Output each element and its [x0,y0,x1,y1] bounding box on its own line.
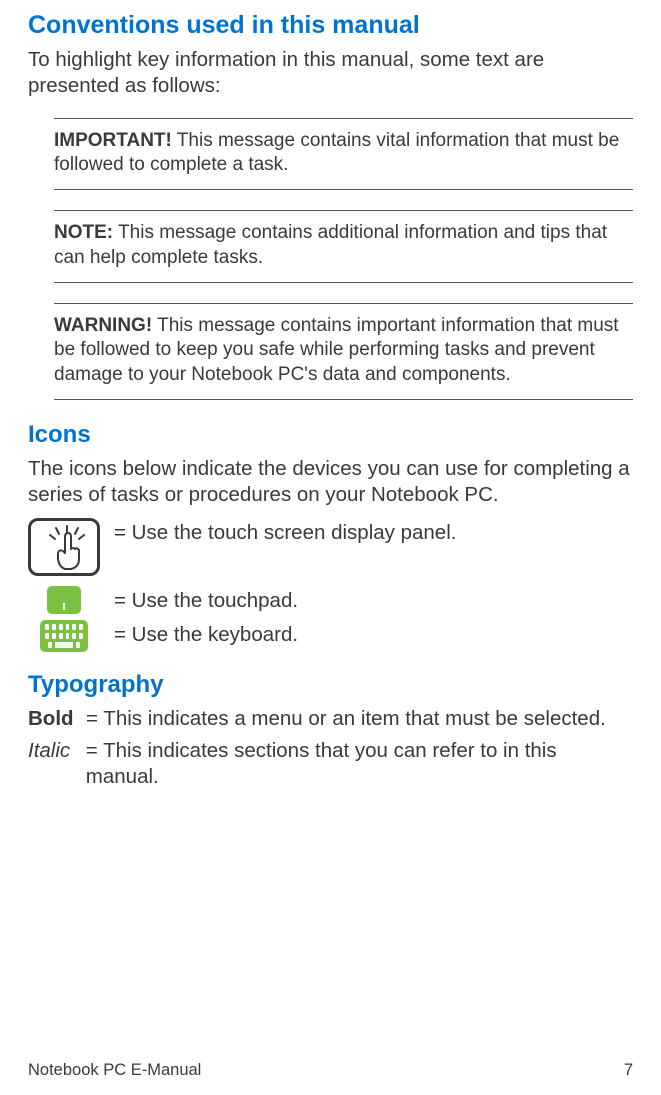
touchpad-icon [47,586,81,614]
touchscreen-hand-icon [55,531,81,571]
heading-conventions: Conventions used in this manual [28,10,633,41]
intro-icons: The icons below indicate the devices you… [28,456,633,508]
typography-row-bold: Bold = This indicates a menu or an item … [28,706,633,732]
keyboard-icon [40,620,88,652]
icon-col [28,586,100,614]
footer-page-number: 7 [624,1060,633,1081]
typography-row-italic: Italic = This indicates sections that yo… [28,738,633,789]
callout-note-body: This message contains additional informa… [54,222,607,267]
touchscreen-icon [28,518,100,576]
heading-icons: Icons [28,420,633,450]
callout-note: NOTE: This message contains additional i… [54,210,633,283]
callout-warning: WARNING! This message contains important… [54,303,633,400]
icon-row-keyboard: = Use the keyboard. [28,620,633,652]
icon-desc-touchpad: = Use the touchpad. [114,586,298,614]
typography-desc-bold: = This indicates a menu or an item that … [86,706,606,732]
icon-row-touchscreen: = Use the touch screen display panel. [28,518,633,576]
typography-label-bold: Bold [28,706,76,732]
typography-label-italic: Italic [28,738,76,789]
icon-desc-touchscreen: = Use the touch screen display panel. [114,518,456,546]
intro-conventions: To highlight key information in this man… [28,47,633,99]
icon-desc-keyboard: = Use the keyboard. [114,620,298,648]
callout-warning-lead: WARNING! [54,315,152,336]
icon-col [28,518,100,576]
callouts-block: IMPORTANT! This message contains vital i… [28,118,633,400]
heading-typography: Typography [28,670,633,700]
footer-title: Notebook PC E-Manual [28,1060,201,1081]
callout-important-lead: IMPORTANT! [54,130,172,151]
icon-row-touchpad: = Use the touchpad. [28,586,633,614]
typography-desc-italic: = This indicates sections that you can r… [86,738,633,789]
callout-important: IMPORTANT! This message contains vital i… [54,118,633,191]
callout-note-lead: NOTE: [54,222,113,243]
footer: Notebook PC E-Manual 7 [28,1060,633,1081]
icon-col [28,620,100,652]
